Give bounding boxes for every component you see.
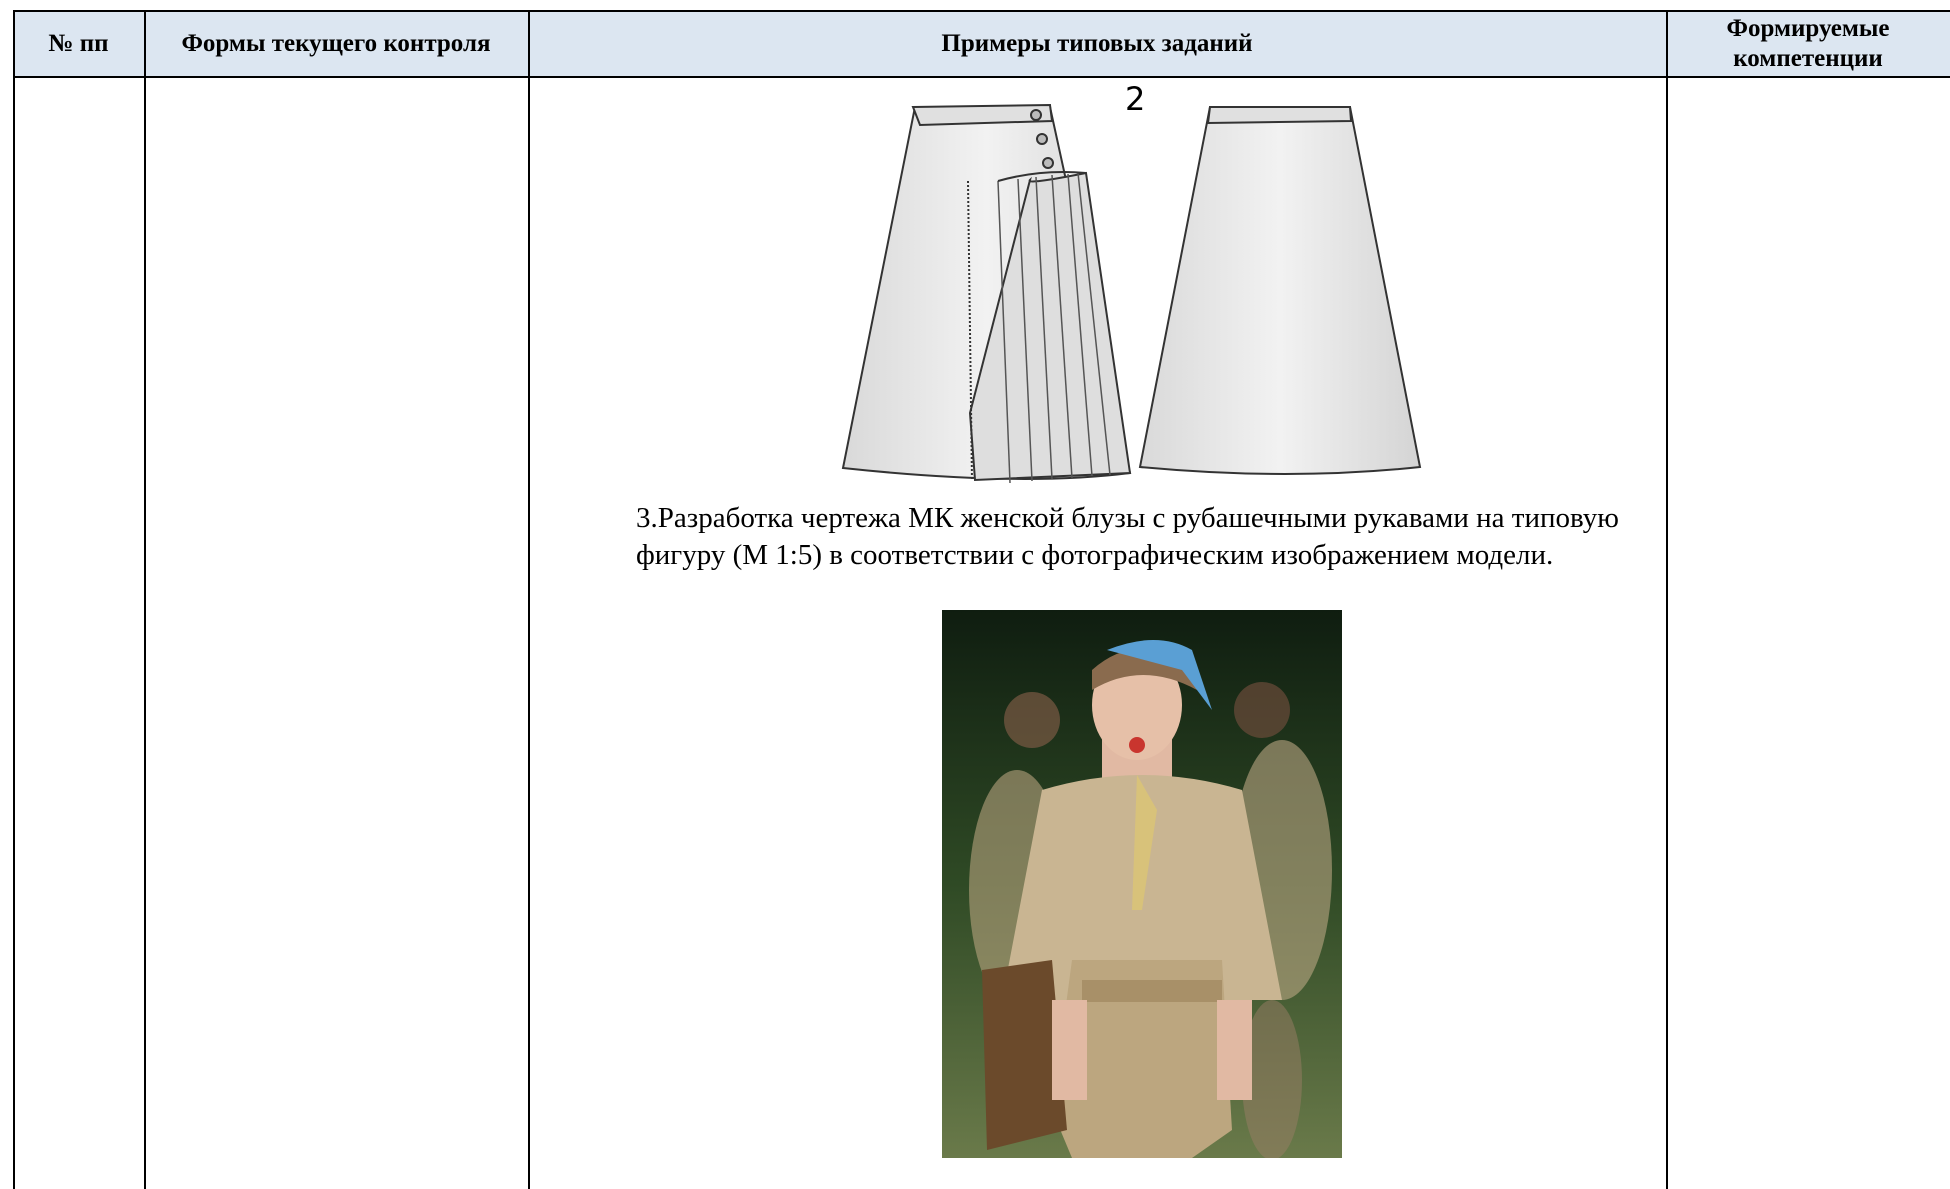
skirt-front-view: [841, 103, 1132, 484]
task-3-text: 3.Разработка чертежа МК женской блузы с …: [636, 502, 1619, 571]
skirt-back-view: [1138, 106, 1422, 475]
header-num: № пп: [48, 30, 109, 57]
figure-label: 2: [1125, 80, 1146, 118]
column-border: [13, 10, 15, 1189]
column-border: [144, 10, 146, 1189]
header-forms: Формы текущего контроля: [181, 30, 491, 57]
column-border: [1666, 10, 1668, 1189]
table-header-row: № пп Формы текущего контроля Примеры тип…: [13, 10, 1950, 78]
header-examples: Примеры типовых заданий: [941, 30, 1253, 57]
model-photo: [942, 610, 1342, 1158]
column-border: [528, 10, 530, 1189]
skirt-technical-sketch: [841, 103, 1422, 484]
header-competencies: Формируемые компетенции: [1726, 15, 1890, 72]
